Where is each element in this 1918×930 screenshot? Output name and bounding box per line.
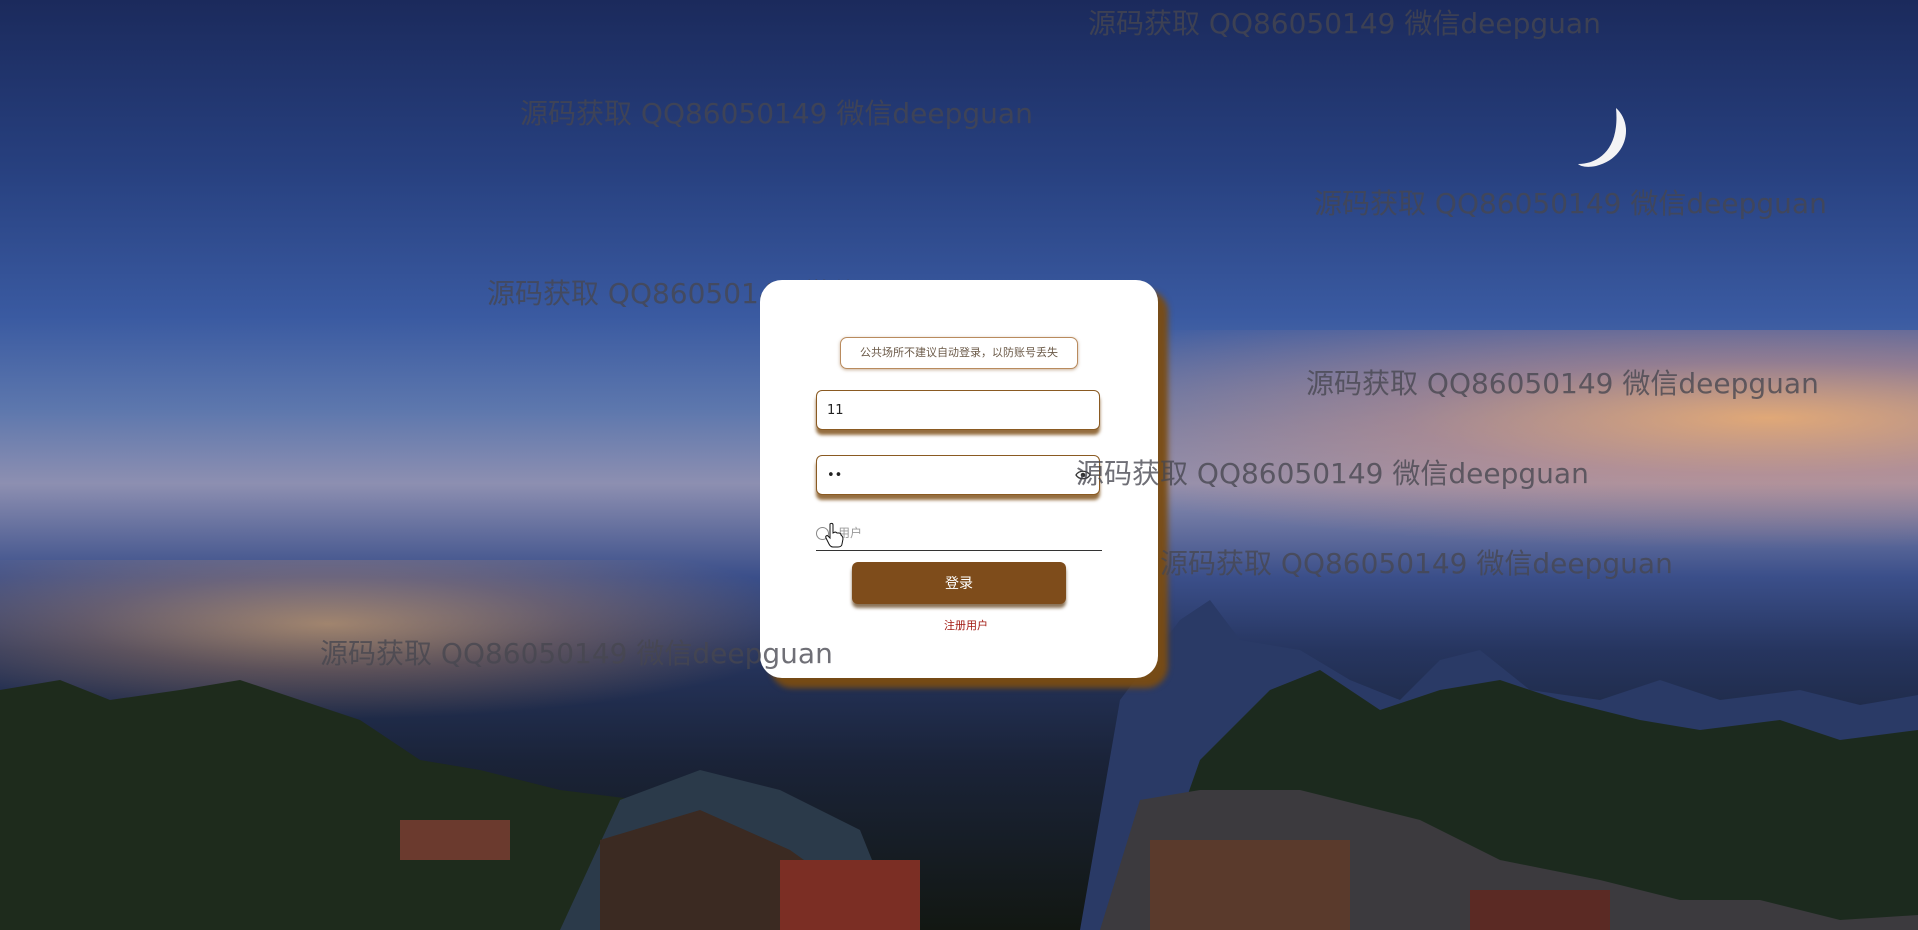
watermark-text: 源码获取 QQ86050149 微信deepguan: [1076, 457, 1589, 490]
crescent-moon-icon: [1578, 108, 1627, 167]
login-page: 源码获取 QQ86050149 微信deepguan 源码获取 QQ860501…: [0, 0, 1918, 930]
hand-cursor-icon: [825, 522, 844, 548]
role-selector: 用户: [816, 518, 1102, 551]
watermark-text: 源码获取 QQ86050149 微信deepguan: [1314, 187, 1827, 220]
watermark-text: 源码获取 QQ86050149 微信deepguan: [520, 97, 1033, 130]
username-input[interactable]: 11: [816, 390, 1100, 430]
watermark-text: 源码获取 QQ86050149 微信deepguan: [320, 637, 833, 670]
watermark-text: 源码获取 QQ86050149 微信deepguan: [1160, 547, 1673, 580]
password-input[interactable]: ••: [816, 455, 1100, 495]
auto-login-notice: 公共场所不建议自动登录，以防账号丢失: [840, 337, 1078, 369]
register-link[interactable]: 注册用户: [944, 617, 988, 633]
password-value: ••: [827, 468, 843, 483]
login-button[interactable]: 登录: [852, 562, 1066, 604]
watermark-text: 源码获取 QQ86050149 微信deepguan: [1306, 367, 1819, 400]
watermark-text: 源码获取 QQ86050149 微信deepguan: [1088, 7, 1601, 40]
